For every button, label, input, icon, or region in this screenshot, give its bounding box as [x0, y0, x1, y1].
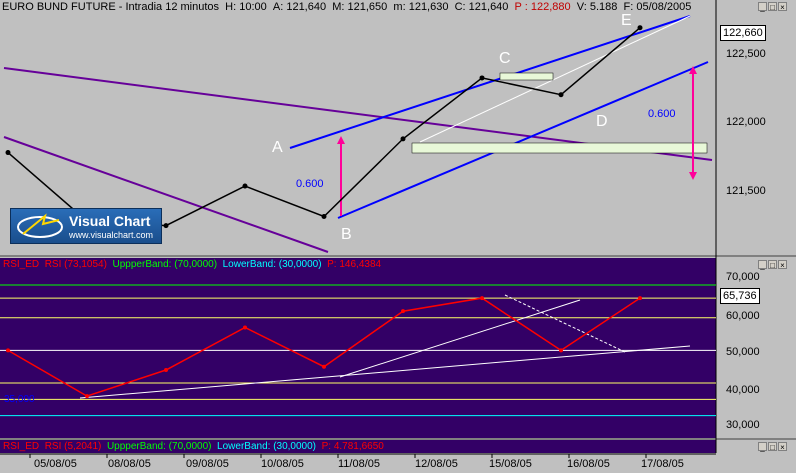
header-h: 10:00 [239, 1, 267, 13]
rsi-point [322, 364, 326, 369]
price-point [5, 150, 11, 156]
point-b-label: B [341, 226, 352, 243]
header-p: 122,880 [530, 1, 571, 13]
price-panel-maximize-button[interactable]: □ [768, 2, 777, 12]
last-price-box: 122,660 [720, 25, 766, 41]
x-tick-label-9: 17/08/05 [641, 458, 684, 470]
timeframe: Intradia 12 minutos [125, 1, 220, 13]
header-v: 5.188 [589, 1, 618, 13]
fib-label-2: 0.600 [648, 108, 676, 120]
x-tick-label-7: 15/08/05 [489, 458, 532, 470]
fib-label-1: 0.600 [296, 178, 324, 190]
rsi-panel-minimize-button[interactable]: _ [758, 260, 767, 270]
rsi-point [401, 309, 405, 314]
instrument-name: EURO BUND FUTURE [2, 1, 116, 13]
header-c: 121,640 [468, 1, 509, 13]
price-tick-3: 121,500 [726, 185, 766, 197]
x-tick-label-2: 08/08/05 [108, 458, 151, 470]
x-tick-label-8: 16/08/05 [567, 458, 610, 470]
resistance-zone-box [499, 72, 554, 81]
rsi-tick-5: 30,000 [726, 419, 760, 431]
price-point [558, 92, 564, 98]
rsi-last-value-box: 65,736 [720, 288, 760, 304]
price-panel-minimize-button[interactable]: _ [758, 2, 767, 12]
header-f: 05/08/2005 [636, 1, 692, 13]
x-tick-label-4: 10/08/05 [261, 458, 304, 470]
rsi-tick-1: 70,000 [726, 271, 760, 283]
x-tick-label-5: 11/08/05 [338, 458, 381, 470]
header-m: 121,650 [347, 1, 388, 13]
support-zone-box [411, 142, 708, 154]
rsi-point [164, 367, 168, 372]
logo-swoosh-icon [17, 213, 63, 238]
bottom-panel-minimize-button[interactable]: _ [758, 442, 767, 452]
x-tick-label-3: 09/08/05 [186, 458, 229, 470]
rsi-point [6, 348, 10, 353]
chart-header: EURO BUND FUTURE - Intradia 12 minutos H… [2, 1, 692, 13]
price-point [637, 25, 643, 31]
point-c-label: C [499, 50, 511, 67]
price-point [400, 136, 406, 142]
rsi-panel-legend: RSI_ED RSI (73,1054) UppperBand: (70,000… [3, 259, 382, 270]
rsi-tick-3: 50,000 [726, 346, 760, 358]
rsi-point [243, 325, 247, 330]
price-tick-1: 122,500 [726, 48, 766, 60]
price-point [242, 183, 248, 189]
logo-url: www.visualchart.com [69, 230, 154, 240]
rsi-tick-2: 60,000 [726, 310, 760, 322]
rsi-point [85, 394, 89, 399]
visual-chart-logo: Visual Chart www.visualchart.com [10, 208, 162, 244]
rsi-tick-4: 40,000 [726, 384, 760, 396]
price-point [163, 223, 169, 229]
header-n: 121,630 [408, 1, 449, 13]
rsi-point [559, 348, 563, 353]
point-e-label: E [621, 12, 632, 29]
price-tick-2: 122,000 [726, 116, 766, 128]
price-panel-close-button[interactable]: × [778, 2, 787, 12]
point-d-label: D [596, 113, 608, 130]
rsi-panel-close-button[interactable]: × [778, 260, 787, 270]
point-a-label: A [272, 139, 283, 156]
rsi-panel-maximize-button[interactable]: □ [768, 260, 777, 270]
x-tick-label-6: 12/08/05 [415, 458, 458, 470]
bottom-panel-legend: RSI_ED RSI (5,2041) UppperBand: (70,0000… [3, 441, 384, 452]
rsi-point [638, 296, 642, 301]
bottom-panel-close-button[interactable]: × [778, 442, 787, 452]
header-a: 121,640 [286, 1, 327, 13]
chart-window: EURO BUND FUTURE - Intradia 12 minutos H… [0, 0, 796, 473]
rsi-left-marker: 35,000 [4, 394, 35, 405]
price-point [479, 75, 485, 81]
logo-text: Visual Chart [69, 213, 151, 229]
x-tick-label-1: 05/08/05 [34, 458, 77, 470]
price-point [321, 214, 327, 220]
bottom-panel-maximize-button[interactable]: □ [768, 442, 777, 452]
rsi-point [480, 296, 484, 301]
